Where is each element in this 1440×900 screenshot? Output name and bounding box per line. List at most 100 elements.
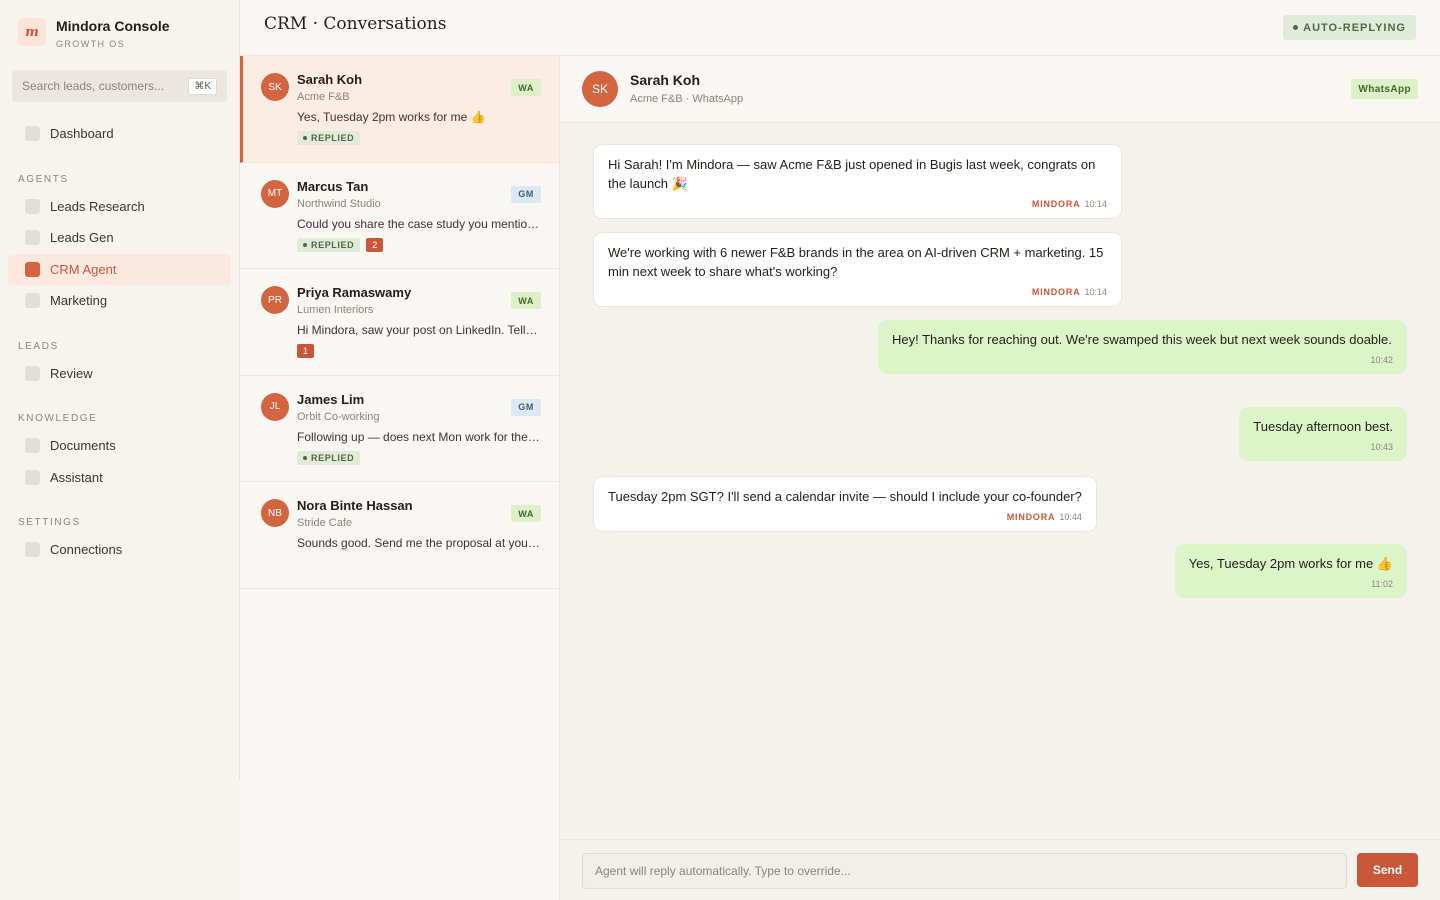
replied-dot-icon xyxy=(303,136,307,140)
chat-panel: SK Sarah Koh Acme F&B · WhatsApp WhatsAp… xyxy=(560,56,1440,900)
sidebar-item-connections[interactable]: Connections xyxy=(8,534,231,565)
replied-label: REPLIED xyxy=(311,133,355,143)
unread-count-badge: 2 xyxy=(366,237,384,252)
avatar: JL xyxy=(261,392,289,421)
message-time: 10:14 xyxy=(1084,287,1107,297)
sidebar-item-label: Assistant xyxy=(50,470,103,485)
sidebar-item-label: Marketing xyxy=(50,293,108,308)
channel-badge: GM xyxy=(511,398,541,416)
page-title: CRM · Conversations xyxy=(264,14,447,34)
unread-count-badge: 1 xyxy=(297,344,314,358)
conversation-tags: REPLIED xyxy=(297,450,541,465)
sidebar-item-dashboard[interactable]: Dashboard xyxy=(8,118,231,149)
connections-icon xyxy=(25,542,40,557)
conversation-list: SK Sarah Koh Acme F&B Yes, Tuesday 2pm w… xyxy=(240,56,560,900)
message-text: Hi Sarah! I'm Mindora — saw Acme F&B jus… xyxy=(608,157,1096,191)
conversation-preview: Hi Mindora, saw your post on LinkedIn. T… xyxy=(297,323,540,337)
message-bubble: Tuesday afternoon best. 10:43 xyxy=(1239,407,1407,461)
conversation-company: Stride Cafe xyxy=(297,517,353,529)
search-shortcut: ⌘K xyxy=(188,77,217,95)
avatar: MT xyxy=(261,179,289,208)
sidebar-item-assistant[interactable]: Assistant xyxy=(8,462,231,493)
composer: Send xyxy=(560,839,1440,900)
avatar: SK xyxy=(582,71,618,107)
sidebar-item-label: Leads Gen xyxy=(50,230,114,245)
conversation-company: Acme F&B xyxy=(297,91,350,103)
conversation-item[interactable]: JL James Lim Orbit Co-working Following … xyxy=(240,376,559,482)
channel-badge: GM xyxy=(511,185,541,203)
conversation-item[interactable]: SK Sarah Koh Acme F&B Yes, Tuesday 2pm w… xyxy=(240,56,559,163)
marketing-icon xyxy=(25,293,40,308)
replied-dot-icon xyxy=(303,455,307,460)
channel-badge: WA xyxy=(511,505,541,522)
channel-badge: WhatsApp xyxy=(1351,79,1418,99)
channel-badge: WA xyxy=(511,292,541,309)
send-button[interactable]: Send xyxy=(1357,853,1418,887)
sidebar-item-review[interactable]: Review xyxy=(8,358,231,389)
status-badge-label: AUTO-REPLYING xyxy=(1303,21,1406,34)
message-meta: 10:42 xyxy=(892,355,1393,366)
brand[interactable]: m Mindora Console GROWTH OS xyxy=(18,18,170,49)
status-dot-icon xyxy=(1293,25,1299,30)
sidebar: m Mindora Console GROWTH OS ⌘K Dashboard… xyxy=(0,0,240,900)
section-title-agents: AGENTS xyxy=(18,174,69,185)
dashboard-icon xyxy=(25,126,40,141)
sidebar-item-label: Connections xyxy=(50,542,123,557)
conversation-name: James Lim xyxy=(297,391,365,407)
conversation-item[interactable]: PR Priya Ramaswamy Lumen Interiors Hi Mi… xyxy=(240,269,559,376)
conversation-preview: Sounds good. Send me the proposal at you… xyxy=(297,536,540,550)
message-time: 10:44 xyxy=(1059,512,1082,522)
replied-dot-icon xyxy=(303,242,307,247)
message-bubble: Hi Sarah! I'm Mindora — saw Acme F&B jus… xyxy=(593,144,1122,219)
conversation-name: Marcus Tan xyxy=(297,178,369,194)
search-input[interactable] xyxy=(22,79,189,93)
message-time: 10:14 xyxy=(1084,199,1107,209)
sidebar-item-label: Documents xyxy=(50,438,116,453)
replied-badge: REPLIED xyxy=(297,131,361,145)
leads-gen-icon xyxy=(25,230,40,245)
channel-badge: WA xyxy=(511,79,541,96)
documents-icon xyxy=(25,438,40,453)
message-input[interactable] xyxy=(582,853,1347,889)
message-text: We're working with 6 newer F&B brands in… xyxy=(608,245,1104,279)
conversation-name: Nora Binte Hassan xyxy=(297,498,413,513)
sidebar-item-label: Dashboard xyxy=(50,126,114,141)
conversation-item[interactable]: NB Nora Binte Hassan Stride Cafe Sounds … xyxy=(240,482,559,589)
message-bubble: Yes, Tuesday 2pm works for me 👍 11:02 xyxy=(1174,544,1407,598)
chat-contact-subtitle: Acme F&B · WhatsApp xyxy=(630,93,744,105)
sidebar-item-crm-agent[interactable]: CRM Agent xyxy=(8,254,231,285)
message-bubble: Tuesday 2pm SGT? I'll send a calendar in… xyxy=(593,476,1097,532)
review-icon xyxy=(25,366,40,381)
message-sender: MINDORA xyxy=(1031,199,1081,209)
message-time: 10:42 xyxy=(1370,355,1393,365)
replied-label: REPLIED xyxy=(311,239,355,250)
message-sender: MINDORA xyxy=(1006,512,1056,522)
conversation-item[interactable]: MT Marcus Tan Northwind Studio Could you… xyxy=(240,163,559,269)
sidebar-item-label: Leads Research xyxy=(50,199,145,214)
message-bubble: Hey! Thanks for reaching out. We're swam… xyxy=(878,320,1407,374)
sidebar-item-marketing[interactable]: Marketing xyxy=(8,285,231,316)
message-text: Tuesday afternoon best. xyxy=(1253,419,1393,434)
replied-label: REPLIED xyxy=(311,452,355,463)
top-header: CRM · Conversations AUTO-REPLYING xyxy=(240,0,1440,56)
conversation-company: Northwind Studio xyxy=(297,197,381,210)
message-meta: 10:43 xyxy=(1253,442,1393,453)
brand-logo: m xyxy=(18,18,46,46)
sidebar-item-leads-gen[interactable]: Leads Gen xyxy=(8,222,231,253)
conversation-name: Sarah Koh xyxy=(297,72,363,87)
section-title-leads: LEADS xyxy=(18,341,59,352)
avatar: PR xyxy=(261,286,289,314)
message-text: Tuesday 2pm SGT? I'll send a calendar in… xyxy=(608,489,1082,504)
conversation-company: Orbit Co-working xyxy=(297,410,380,423)
message-sender: MINDORA xyxy=(1031,287,1081,297)
conversation-preview: Following up — does next Mon work for th… xyxy=(297,429,540,444)
section-title-knowledge: KNOWLEDGE xyxy=(18,413,98,424)
conversation-tags: REPLIED xyxy=(297,131,541,145)
search-box[interactable]: ⌘K xyxy=(12,70,227,102)
sidebar-item-leads-research[interactable]: Leads Research xyxy=(8,191,231,222)
conversation-tags: 1 xyxy=(297,344,541,358)
conversation-company: Lumen Interiors xyxy=(297,304,374,316)
sidebar-item-documents[interactable]: Documents xyxy=(8,430,231,461)
message-time: 10:43 xyxy=(1370,442,1393,452)
conversation-preview: Could you share the case study you menti… xyxy=(297,216,540,231)
